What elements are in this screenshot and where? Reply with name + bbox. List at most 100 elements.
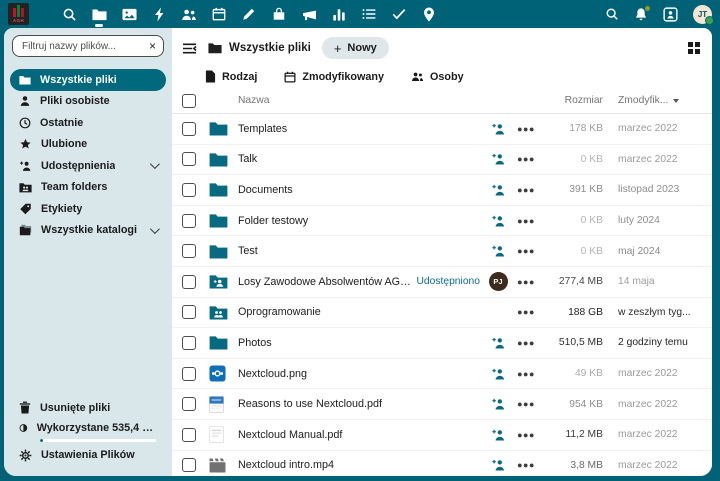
app-analytics-button[interactable] [324, 0, 354, 28]
app-search-button[interactable] [54, 0, 84, 28]
table-row[interactable]: Nextcloud Manual.pdf ●●● 11,2 MB marzec … [172, 420, 712, 451]
row-checkbox[interactable] [182, 122, 196, 136]
share-button[interactable] [491, 428, 506, 442]
share-button[interactable] [491, 152, 506, 166]
contacts-menu-button[interactable] [663, 7, 678, 22]
app-notes-button[interactable] [234, 0, 264, 28]
sidebar-item-deleted-files[interactable]: Usunięte pliki [10, 397, 166, 419]
unified-search-button[interactable] [605, 7, 619, 21]
notifications-button[interactable] [634, 7, 648, 22]
table-row[interactable]: Folder testowy ●●● 0 KB luty 2024 [172, 206, 712, 237]
share-button[interactable] [491, 214, 506, 228]
table-row[interactable]: Test ●●● 0 KB maj 2024 [172, 236, 712, 267]
sidebar-item-tags[interactable]: Etykiety [10, 198, 166, 220]
share-button[interactable] [491, 183, 506, 197]
sidebar-item-all-files[interactable]: Wszystkie pliki [10, 69, 166, 91]
filter-chip-people[interactable]: Osoby [411, 71, 464, 83]
table-row[interactable]: Documents ●●● 391 KB listopad 2023 [172, 175, 712, 206]
file-name[interactable]: Nextcloud.png [238, 368, 483, 380]
file-name[interactable]: Documents [238, 184, 483, 196]
app-check-button[interactable] [384, 0, 414, 28]
file-name[interactable]: Reasons to use Nextcloud.pdf [238, 398, 483, 410]
filter-chip-modified[interactable]: Zmodyfikowany [284, 71, 384, 83]
actions-menu-button[interactable]: ●●● [513, 185, 539, 195]
actions-menu-button[interactable]: ●●● [513, 460, 539, 470]
sidebar-item-favorites[interactable]: Ulubione [10, 134, 166, 156]
app-maps-button[interactable] [414, 0, 444, 28]
app-deck-button[interactable] [264, 0, 294, 28]
column-header-modified[interactable]: Zmodyfik... [603, 95, 702, 106]
app-announcements-button[interactable] [294, 0, 324, 28]
sharee-avatar[interactable]: PJ [489, 272, 508, 291]
row-checkbox[interactable] [182, 428, 196, 442]
sidebar-item-personal-files[interactable]: Pliki osobiste [10, 91, 166, 113]
file-name[interactable]: Talk [238, 153, 483, 165]
file-name[interactable]: Oprogramowanie [238, 306, 483, 318]
filter-chip-type[interactable]: Rodzaj [205, 70, 257, 83]
table-row[interactable]: Reasons to use Nextcloud.pdf ●●● 954 KB … [172, 389, 712, 420]
sidebar-item-shares[interactable]: Udostępnienia [10, 155, 166, 177]
row-checkbox[interactable] [182, 244, 196, 258]
table-row[interactable]: Oprogramowanie ●●● 188 GB w zeszłym tyg.… [172, 298, 712, 329]
share-button[interactable] [491, 122, 506, 136]
chevron-down-icon[interactable] [150, 159, 160, 169]
filter-filename-input[interactable] [20, 40, 149, 53]
share-button[interactable] [491, 336, 506, 350]
sidebar-item-team-folders[interactable]: Team folders [10, 177, 166, 199]
select-all-checkbox[interactable] [182, 94, 196, 108]
row-checkbox[interactable] [182, 275, 196, 289]
quota-section[interactable]: Wykorzystane 535,4 MB z 20 GB [10, 419, 166, 445]
actions-menu-button[interactable]: ●●● [513, 307, 539, 317]
actions-menu-button[interactable]: ●●● [513, 399, 539, 409]
table-row[interactable]: Talk ●●● 0 KB marzec 2022 [172, 145, 712, 176]
app-calendar-button[interactable] [204, 0, 234, 28]
row-checkbox[interactable] [182, 397, 196, 411]
actions-menu-button[interactable]: ●●● [513, 277, 539, 287]
file-name[interactable]: Nextcloud intro.mp4 [238, 459, 483, 471]
file-name[interactable]: Photos [238, 337, 483, 349]
app-tasks-list-button[interactable] [354, 0, 384, 28]
actions-menu-button[interactable]: ●●● [513, 369, 539, 379]
app-contacts-button[interactable] [174, 0, 204, 28]
table-row[interactable]: Templates ●●● 178 KB marzec 2022 [172, 114, 712, 145]
breadcrumb[interactable]: Wszystkie pliki [206, 42, 313, 54]
row-checkbox[interactable] [182, 214, 196, 228]
share-button[interactable] [491, 458, 506, 472]
chevron-down-icon[interactable] [150, 224, 160, 234]
table-row[interactable]: Losy Zawodowe Absolwentów AGH - raporty … [172, 267, 712, 298]
file-name[interactable]: Nextcloud Manual.pdf [238, 429, 483, 441]
file-name[interactable]: Templates [238, 123, 483, 135]
row-checkbox[interactable] [182, 336, 196, 350]
file-name[interactable]: Folder testowy [238, 215, 483, 227]
table-row[interactable]: Nextcloud.png ●●● 49 KB marzec 2022 [172, 359, 712, 390]
actions-menu-button[interactable]: ●●● [513, 216, 539, 226]
column-header-name[interactable]: Nazwa [238, 95, 483, 106]
app-activity-button[interactable] [144, 0, 174, 28]
file-name[interactable]: Test [238, 245, 483, 257]
actions-menu-button[interactable]: ●●● [513, 154, 539, 164]
clear-filter-button[interactable]: × [149, 40, 156, 52]
share-button[interactable] [491, 397, 506, 411]
sidebar-item-files-settings[interactable]: Ustawienia Plików [10, 445, 166, 467]
new-button[interactable]: + Nowy [322, 37, 389, 59]
user-menu-button[interactable]: JT [693, 5, 712, 24]
share-button[interactable] [491, 367, 506, 381]
actions-menu-button[interactable]: ●●● [513, 124, 539, 134]
table-row[interactable]: Nextcloud intro.mp4 ●●● 3,8 MB marzec 20… [172, 451, 712, 476]
agh-logo[interactable]: AGH [8, 3, 29, 25]
row-checkbox[interactable] [182, 152, 196, 166]
table-row[interactable]: Photos ●●● 510,5 MB 2 godziny temu [172, 328, 712, 359]
shared-label[interactable]: Udostępniono [416, 276, 480, 287]
actions-menu-button[interactable]: ●●● [513, 430, 539, 440]
app-files-button[interactable] [84, 0, 114, 28]
column-header-size[interactable]: Rozmiar [539, 95, 603, 106]
actions-menu-button[interactable]: ●●● [513, 338, 539, 348]
navigation-toggle-button[interactable] [182, 42, 197, 55]
row-checkbox[interactable] [182, 367, 196, 381]
row-checkbox[interactable] [182, 458, 196, 472]
row-checkbox[interactable] [182, 305, 196, 319]
sidebar-item-all-catalogs[interactable]: Wszystkie katalogi [10, 220, 166, 242]
share-button[interactable] [491, 244, 506, 258]
file-name[interactable]: Losy Zawodowe Absolwentów AGH - raporty [238, 276, 416, 288]
actions-menu-button[interactable]: ●●● [513, 246, 539, 256]
